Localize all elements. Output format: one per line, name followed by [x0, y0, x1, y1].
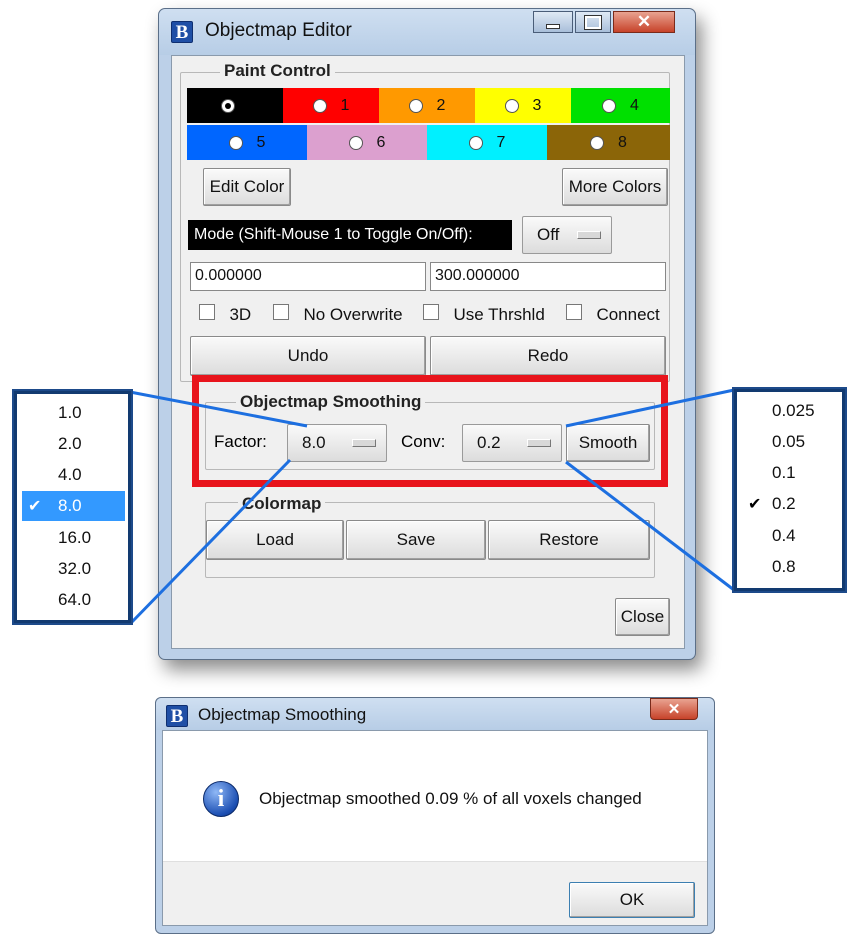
- conv-option[interactable]: 0.8: [772, 557, 796, 577]
- callout-line: [129, 390, 308, 428]
- conv-option[interactable]: 0.1: [772, 463, 796, 483]
- check-icon: ✔: [28, 498, 42, 515]
- dialog-close-button[interactable]: ✕: [650, 698, 698, 720]
- dialog-title: Objectmap Smoothing: [198, 705, 367, 724]
- info-icon: i: [203, 781, 239, 817]
- dialog-message: Objectmap smoothed 0.09 % of all voxels …: [259, 789, 642, 808]
- conv-option[interactable]: 0.4: [772, 526, 796, 546]
- close-icon: ✕: [667, 701, 681, 718]
- factor-option[interactable]: 32.0: [58, 559, 91, 579]
- conv-dropdown-menu: 0.025 0.05 0.1 ✔ 0.2 0.4 0.8: [732, 387, 847, 593]
- factor-option[interactable]: 64.0: [58, 590, 91, 610]
- factor-option[interactable]: 2.0: [58, 434, 82, 454]
- check-icon: ✔: [748, 496, 762, 513]
- factor-option[interactable]: 16.0: [58, 528, 91, 548]
- conv-option-label: 0.2: [772, 494, 796, 513]
- dialog-app-icon: B: [166, 705, 188, 727]
- conv-option[interactable]: 0.025: [772, 401, 815, 421]
- ok-button[interactable]: OK: [569, 882, 695, 918]
- conv-option[interactable]: 0.05: [772, 432, 805, 452]
- callout-line: [565, 460, 735, 592]
- smoothing-result-dialog: B Objectmap Smoothing ✕ i Objectmap smoo…: [155, 697, 715, 934]
- callout-line: [128, 458, 292, 626]
- conv-option-selected[interactable]: ✔ 0.2: [742, 490, 842, 520]
- factor-option-label: 8.0: [58, 496, 82, 515]
- dialog-footer: OK: [163, 861, 707, 925]
- factor-option-selected[interactable]: ✔ 8.0: [22, 491, 125, 521]
- factor-option[interactable]: 4.0: [58, 465, 82, 485]
- factor-option[interactable]: 1.0: [58, 403, 82, 423]
- dialog-content: i Objectmap smoothed 0.09 % of all voxel…: [162, 730, 708, 926]
- factor-dropdown-menu: 1.0 2.0 4.0 ✔ 8.0 16.0 32.0 64.0: [12, 389, 133, 625]
- callout-line: [565, 388, 735, 428]
